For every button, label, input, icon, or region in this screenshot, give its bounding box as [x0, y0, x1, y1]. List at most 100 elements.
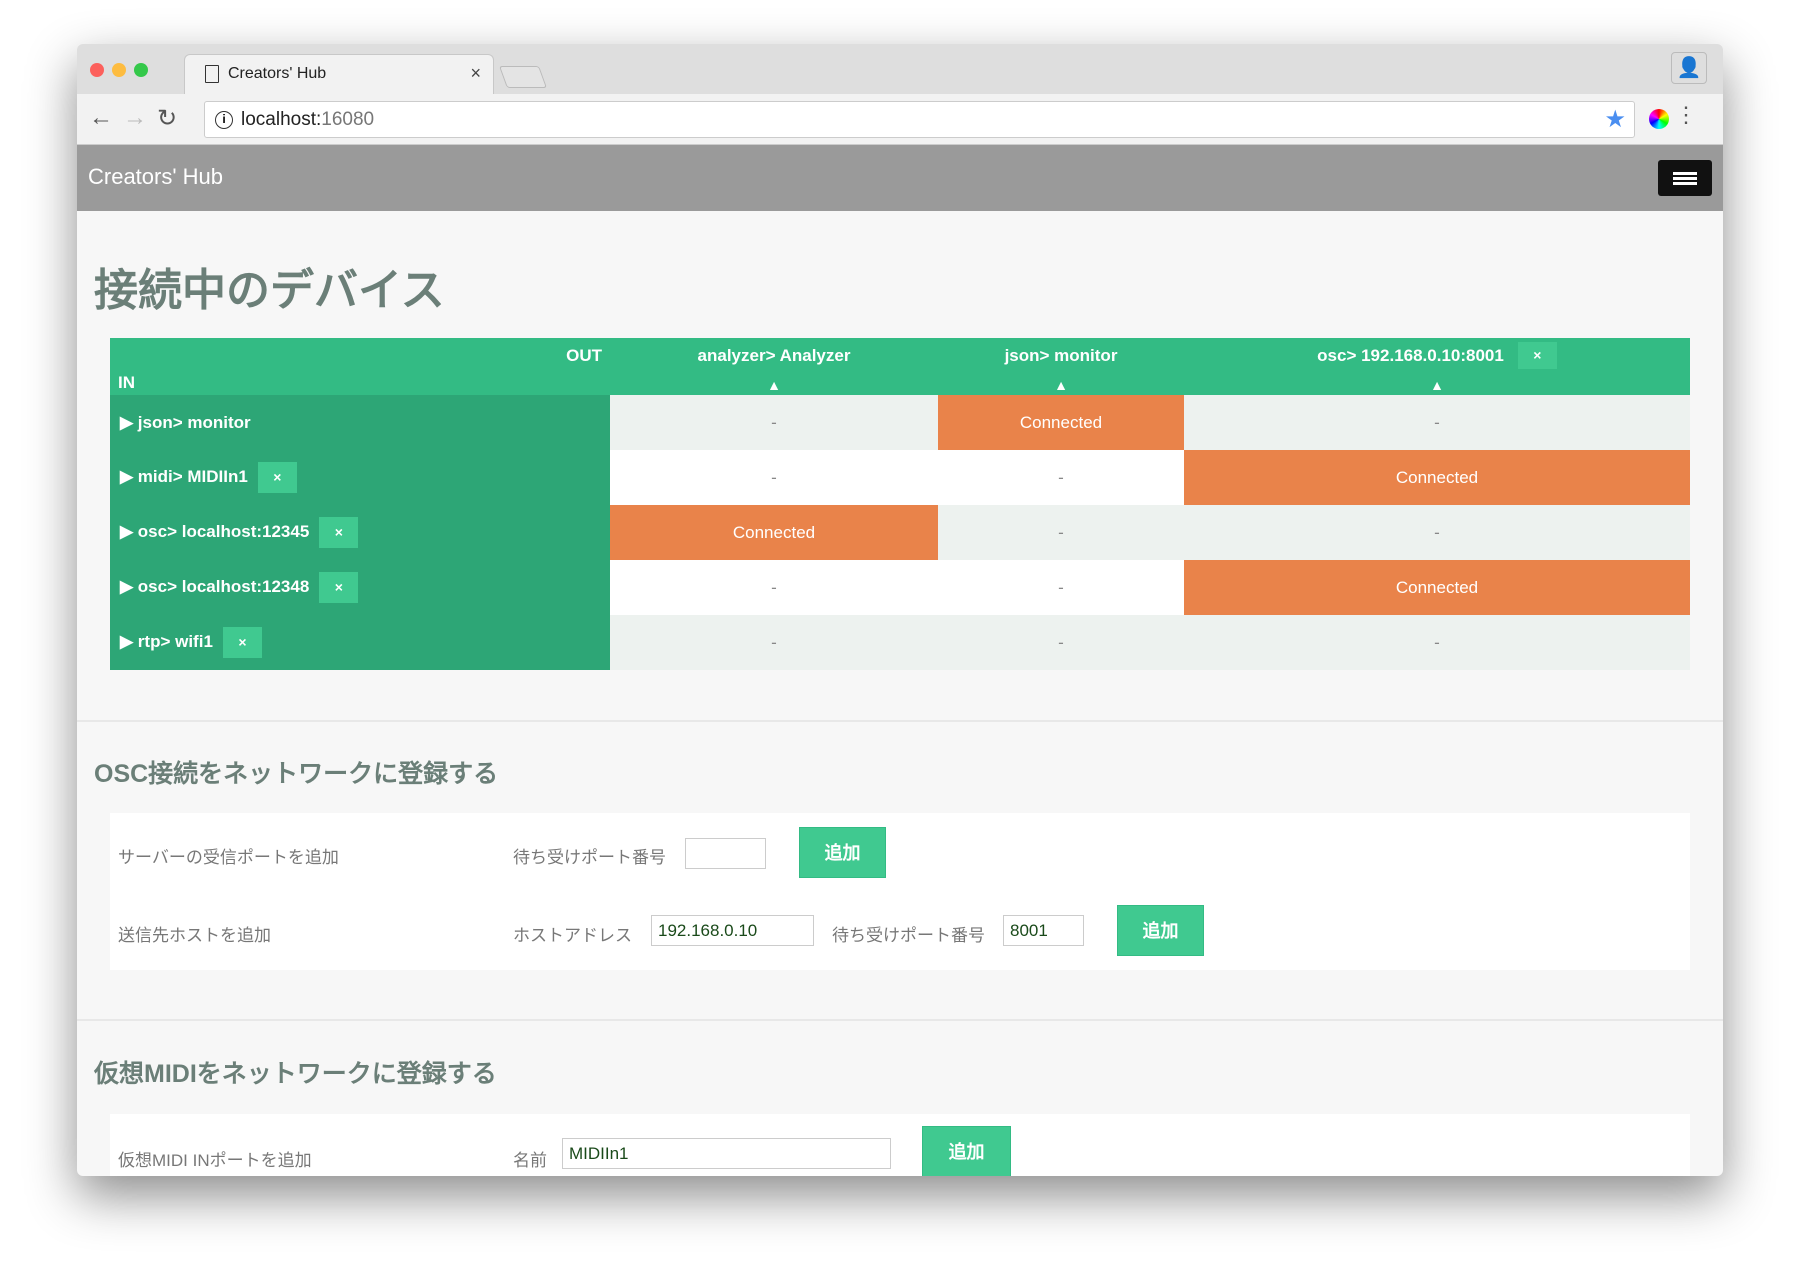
add-midi-in-button[interactable]: 追加 [922, 1126, 1011, 1176]
url-text: localhost:16080 [241, 109, 374, 131]
input-device-label: osc> localhost:12345 [137, 521, 310, 541]
connection-matrix: OUT IN analyzer> Analyzer ▲ json> monitor ▲ os… [110, 338, 1690, 670]
triangle-right-icon[interactable]: ▶ [120, 632, 138, 651]
tab-bar: Creators' Hub × 👤 [77, 44, 1723, 94]
host-address-label: ホストアドレス [513, 926, 632, 945]
column-label: osc> 192.168.0.10:8001 [1317, 346, 1504, 365]
table-row: ▶ json> monitor - Connected - [110, 395, 1690, 450]
connection-cell[interactable]: - [1184, 395, 1690, 450]
triangle-right-icon[interactable]: ▶ [120, 467, 138, 486]
remove-input-button[interactable]: × [319, 517, 359, 548]
browser-window: Creators' Hub × 👤 ← → ↻ i localhost:1608… [77, 44, 1723, 1176]
client-listen-port-label: 待ち受けポート番号 [832, 926, 985, 945]
osc-section-title: OSC接続をネットワークに登録する [94, 760, 499, 788]
connection-cell[interactable]: - [938, 450, 1184, 505]
connection-cell[interactable]: Connected [1184, 450, 1690, 505]
server-port-input[interactable] [685, 838, 766, 869]
color-wheel-extension-icon[interactable] [1649, 109, 1669, 129]
more-menu-icon[interactable]: ⋮ [1675, 102, 1697, 128]
midi-name-input[interactable] [562, 1138, 891, 1169]
triangle-up-icon: ▲ [1430, 377, 1444, 393]
triangle-right-icon[interactable]: ▶ [120, 413, 138, 432]
server-port-label: サーバーの受信ポートを追加 [118, 848, 339, 867]
forward-icon[interactable]: → [123, 104, 147, 132]
triangle-right-icon[interactable]: ▶ [120, 522, 138, 541]
client-host-label: 送信先ホストを追加 [118, 926, 271, 945]
connection-cell[interactable]: - [938, 505, 1184, 560]
remove-input-button[interactable]: × [257, 462, 297, 493]
server-listen-port-label: 待ち受けポート番号 [513, 848, 666, 867]
back-icon[interactable]: ← [89, 104, 113, 132]
connection-cell[interactable]: - [610, 560, 938, 615]
remove-output-button[interactable]: × [1517, 342, 1557, 369]
in-label: IN [118, 373, 135, 392]
connection-cell[interactable]: - [938, 560, 1184, 615]
table-row: ▶ osc> localhost:12348 × - - Connected [110, 560, 1690, 615]
column-label: json> monitor [1004, 346, 1118, 365]
maximize-window-button[interactable] [134, 63, 148, 77]
section-divider [77, 1019, 1723, 1021]
connection-cell[interactable]: - [610, 615, 938, 670]
table-row: ▶ midi> MIDIIn1 × - - Connected [110, 450, 1690, 505]
remove-input-button[interactable]: × [319, 572, 359, 603]
new-tab-button[interactable] [498, 66, 548, 88]
input-device-cell[interactable]: ▶ osc> localhost:12345 × [110, 505, 610, 560]
midi-name-label: 名前 [513, 1151, 547, 1170]
connection-cell[interactable]: - [938, 615, 1184, 670]
triangle-right-icon[interactable]: ▶ [120, 577, 138, 596]
connection-cell[interactable]: - [610, 395, 938, 450]
close-tab-icon[interactable]: × [470, 63, 481, 84]
brand-title[interactable]: Creators' Hub [88, 164, 223, 190]
reload-icon[interactable]: ↻ [157, 104, 177, 133]
out-label: OUT [566, 346, 602, 365]
triangle-up-icon: ▲ [767, 377, 781, 393]
host-address-input[interactable] [651, 915, 814, 946]
address-bar[interactable]: i localhost:16080 ★ [204, 101, 1635, 138]
column-label: analyzer> Analyzer [697, 346, 851, 365]
input-device-cell[interactable]: ▶ osc> localhost:12348 × [110, 560, 610, 615]
connection-cell[interactable]: Connected [938, 395, 1184, 450]
remove-input-button[interactable]: × [222, 627, 262, 658]
hamburger-menu-button[interactable] [1658, 160, 1712, 196]
input-device-label: osc> localhost:12348 [137, 576, 310, 596]
input-device-label: midi> MIDIIn1 [137, 466, 248, 486]
midi-form-panel: 仮想MIDI INポートを追加 名前 追加 [110, 1114, 1690, 1176]
connection-cell[interactable]: - [1184, 505, 1690, 560]
midi-in-label: 仮想MIDI INポートを追加 [118, 1151, 312, 1170]
section-divider [77, 720, 1723, 722]
midi-section-title: 仮想MIDIをネットワークに登録する [94, 1060, 497, 1088]
browser-toolbar: ← → ↻ i localhost:16080 ★ ⋮ [77, 94, 1723, 145]
input-device-label: json> monitor [137, 412, 251, 432]
client-port-input[interactable] [1003, 915, 1084, 946]
document-icon [205, 65, 219, 83]
url-port: 16080 [321, 109, 375, 130]
url-host: localhost: [241, 109, 322, 130]
osc-form-panel: サーバーの受信ポートを追加 待ち受けポート番号 追加 送信先ホストを追加 ホスト… [110, 813, 1690, 970]
devices-title: 接続中のデバイス [94, 266, 445, 315]
app-navbar: Creators' Hub [77, 145, 1723, 211]
profile-icon[interactable]: 👤 [1671, 52, 1707, 84]
table-row: ▶ osc> localhost:12345 × Connected - - [110, 505, 1690, 560]
output-column-header[interactable]: json> monitor ▲ [938, 338, 1184, 395]
input-device-cell[interactable]: ▶ json> monitor [110, 395, 610, 450]
connection-cell[interactable]: - [610, 450, 938, 505]
in-out-header: OUT IN [110, 338, 610, 395]
bookmark-star-icon[interactable]: ★ [1604, 105, 1626, 134]
add-client-host-button[interactable]: 追加 [1117, 905, 1204, 956]
output-column-header[interactable]: analyzer> Analyzer ▲ [610, 338, 938, 395]
input-device-cell[interactable]: ▶ rtp> wifi1 × [110, 615, 610, 670]
triangle-up-icon: ▲ [1054, 377, 1068, 393]
connection-cell[interactable]: Connected [610, 505, 938, 560]
add-server-port-button[interactable]: 追加 [799, 827, 886, 878]
output-column-header[interactable]: osc> 192.168.0.10:8001 × ▲ [1184, 338, 1690, 395]
tab-title: Creators' Hub [228, 65, 327, 82]
minimize-window-button[interactable] [112, 63, 126, 77]
table-row: ▶ rtp> wifi1 × - - - [110, 615, 1690, 670]
input-device-label: rtp> wifi1 [137, 631, 213, 651]
close-window-button[interactable] [90, 63, 104, 77]
input-device-cell[interactable]: ▶ midi> MIDIIn1 × [110, 450, 610, 505]
connection-cell[interactable]: - [1184, 615, 1690, 670]
connection-cell[interactable]: Connected [1184, 560, 1690, 615]
browser-tab[interactable]: Creators' Hub × [184, 54, 494, 94]
info-icon[interactable]: i [215, 111, 233, 129]
